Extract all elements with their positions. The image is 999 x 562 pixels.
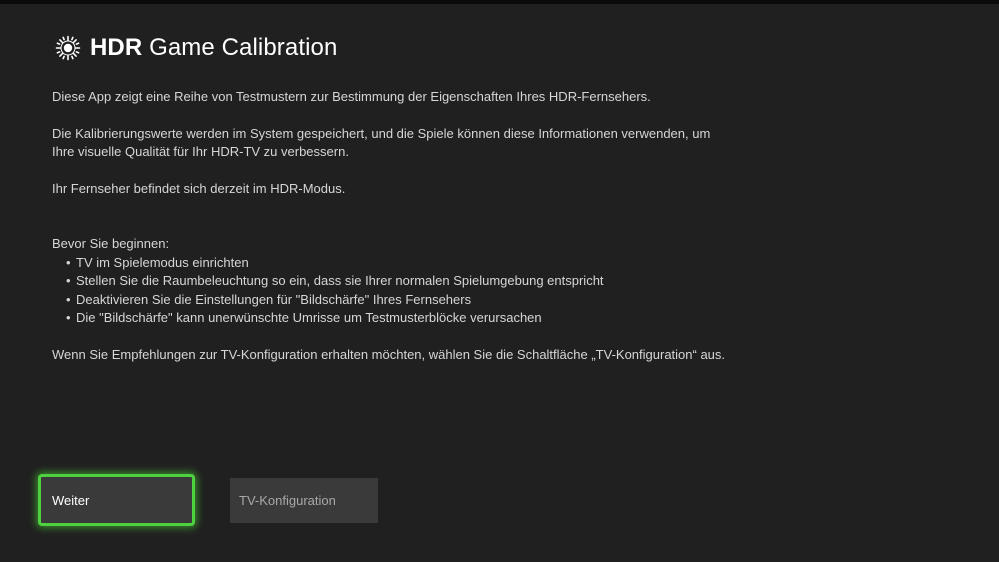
page-title-rest: Game Calibration <box>142 34 338 61</box>
before-start-heading: Bevor Sie beginnen: <box>52 236 170 251</box>
continue-button[interactable]: Weiter <box>38 474 195 526</box>
instructions-text: Diese App zeigt eine Reihe von Testmuste… <box>52 88 772 364</box>
calibration-paragraph-line1: Die Kalibrierungswerte werden im System … <box>52 125 711 141</box>
bullet-glyph: • <box>66 291 71 307</box>
list-item-text: Die "Bildschärfe" kann unerwünschte Umri… <box>76 310 542 325</box>
intro-paragraph: Diese App zeigt eine Reihe von Testmuste… <box>52 89 651 104</box>
list-item: • Die "Bildschärfe" kann unerwünschte Umr… <box>66 309 772 328</box>
bullet-glyph: • <box>66 310 71 325</box>
page-title-bold: HDR <box>90 34 143 61</box>
bullet-glyph: • <box>66 273 71 288</box>
calibration-paragraph-line2: Ihre visuelle Qualität für Ihr HDR-TV zu… <box>52 144 349 159</box>
page-title: HDR Game Calibration <box>90 34 337 62</box>
hdr-mode-status: Ihr Fernseher befindet sich derzeit im H… <box>52 180 346 196</box>
continue-button-label: Weiter <box>52 492 90 508</box>
tv-config-hint: Wenn Sie Empfehlungen zur TV-Konfigurati… <box>52 346 726 362</box>
preparation-list: • TV im Spielemodus einrichten • Stellen S… <box>52 254 772 328</box>
app-screen: HDR Game Calibration Diese App zeigt ein… <box>0 0 999 562</box>
list-item-text: TV im Spielemodus einrichten <box>76 254 249 270</box>
app-header: HDR Game Calibration <box>54 34 337 62</box>
list-item: • Stellen Sie die Raumbeleuchtung so ein,… <box>66 272 772 291</box>
tv-configuration-button-label: TV-Konfiguration <box>239 493 336 508</box>
list-item-text: Deaktivieren Sie die Einstellungen für "… <box>76 291 472 307</box>
list-item: • Deaktivieren Sie die Einstellungen für … <box>66 291 772 310</box>
hdr-sun-icon <box>54 34 82 62</box>
list-item-text: Stellen Sie die Raumbeleuchtung so ein, … <box>76 273 604 288</box>
bullet-glyph: • <box>66 254 71 270</box>
list-item: • TV im Spielemodus einrichten <box>66 254 772 273</box>
tv-configuration-button[interactable]: TV-Konfiguration <box>230 478 378 523</box>
